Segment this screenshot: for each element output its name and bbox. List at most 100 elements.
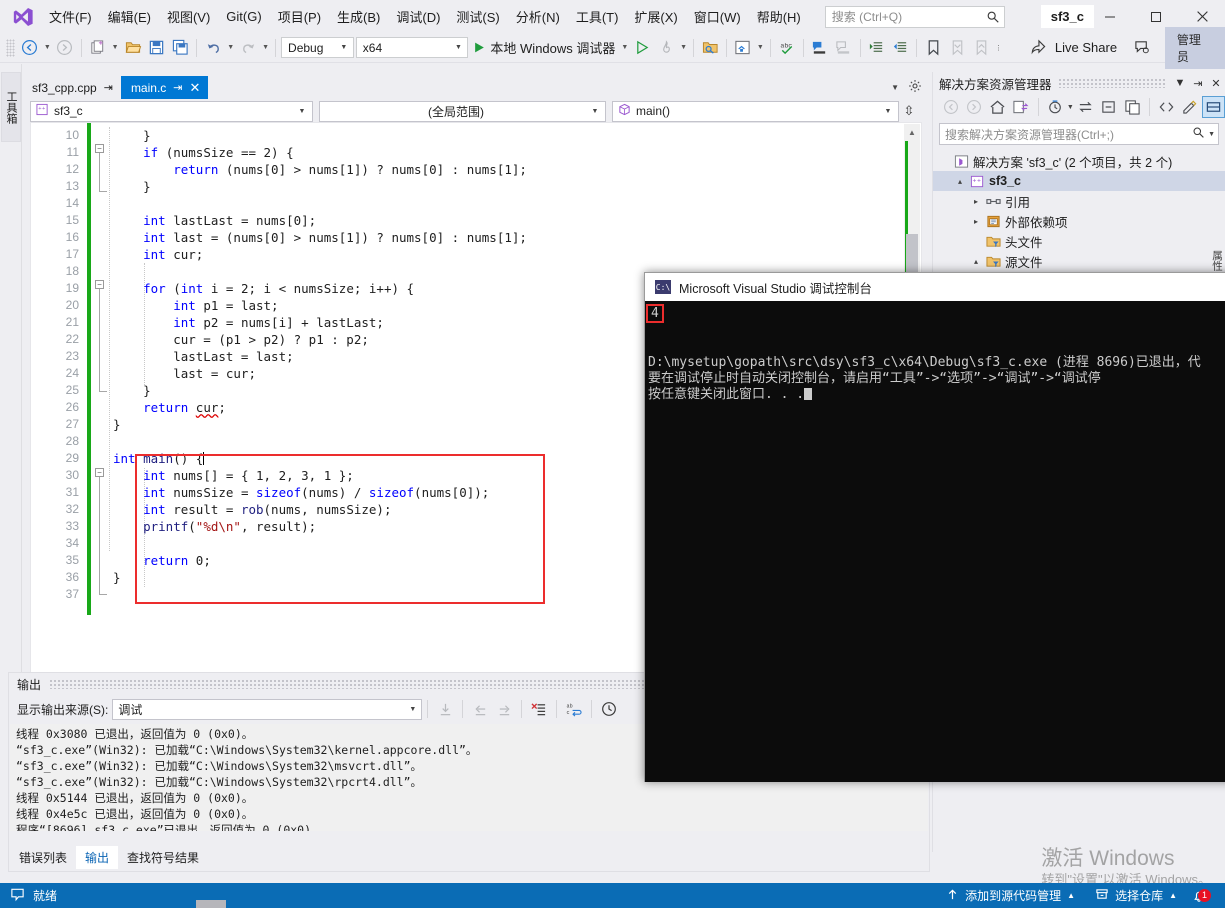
tab-output[interactable]: 输出: [76, 846, 119, 869]
code-line[interactable]: }: [113, 416, 121, 433]
menu-analyze[interactable]: 分析(N): [508, 3, 568, 30]
code-line[interactable]: }: [113, 178, 151, 195]
fold-toggle[interactable]: −: [95, 144, 104, 153]
next-message-icon[interactable]: [492, 698, 516, 720]
decrease-indent-icon[interactable]: [889, 36, 913, 60]
go-to-message-icon[interactable]: [433, 698, 457, 720]
toggle-word-wrap-icon[interactable]: ab c: [562, 698, 586, 720]
notifications-button[interactable]: 1: [1187, 883, 1219, 908]
live-share-label[interactable]: Live Share: [1055, 40, 1117, 55]
fold-toggle[interactable]: −: [95, 468, 104, 477]
menu-view[interactable]: 视图(V): [159, 3, 218, 30]
menu-debug[interactable]: 调试(D): [388, 3, 448, 30]
close-icon[interactable]: ✕: [190, 80, 201, 96]
menu-window[interactable]: 窗口(W): [686, 3, 749, 30]
undo-icon[interactable]: [201, 36, 225, 60]
code-line[interactable]: return cur;: [113, 399, 226, 416]
expander-icon[interactable]: ▸: [969, 217, 983, 226]
code-line[interactable]: int nums[] = { 1, 2, 3, 1 };: [113, 467, 354, 484]
show-timestamps-icon[interactable]: [597, 698, 621, 720]
code-line[interactable]: return 0;: [113, 552, 211, 569]
start-debug-button[interactable]: 本地 Windows 调试器: [469, 38, 619, 57]
console-output-area[interactable]: D:\mysetup\gopath\src\dsy\sf3_c\x64\Debu…: [645, 301, 1225, 782]
code-line[interactable]: for (int i = 2; i < numsSize; i++) {: [113, 280, 414, 297]
code-line[interactable]: }: [113, 569, 121, 586]
panel-drag-handle[interactable]: [1057, 78, 1165, 88]
undo-dropdown-icon[interactable]: ▼: [225, 36, 236, 60]
redo-icon[interactable]: [236, 36, 260, 60]
code-line[interactable]: printf("%d\n", result);: [113, 518, 316, 535]
solution-tree-item[interactable]: 解决方案 'sf3_c' (2 个项目，共 2 个): [933, 151, 1225, 171]
toolbar-grip[interactable]: [6, 38, 15, 57]
view-code-icon[interactable]: [1155, 96, 1178, 118]
nav-scope-combo[interactable]: (全局范围) ▼: [319, 100, 606, 122]
solution-tree-item[interactable]: 头文件: [933, 231, 1225, 251]
clear-all-icon[interactable]: [527, 698, 551, 720]
solution-explorer-icon[interactable]: [731, 36, 755, 60]
code-line[interactable]: int p1 = last;: [113, 297, 278, 314]
pending-changes-filter-icon[interactable]: [1043, 96, 1066, 118]
solution-tree-item[interactable]: ▴ + + sf3_c: [933, 171, 1225, 191]
solution-tree-item[interactable]: ▸ 引用: [933, 191, 1225, 211]
show-all-files-icon[interactable]: [1178, 96, 1201, 118]
tab-sf3-cpp[interactable]: sf3_cpp.cpp ⇥: [22, 76, 121, 99]
panel-menu-chevron-icon[interactable]: ▼: [1171, 77, 1189, 89]
navigate-back-icon[interactable]: [939, 96, 962, 118]
solution-tree[interactable]: 解决方案 'sf3_c' (2 个项目，共 2 个) ▴ + + sf3_c ▸ 引用 ▸ 外部…: [933, 151, 1225, 271]
filter-dropdown-icon[interactable]: ▼: [1067, 104, 1074, 111]
toolbox-tab[interactable]: 工具箱: [1, 72, 21, 142]
solution-tree-item[interactable]: ▸ 外部依赖项: [933, 211, 1225, 231]
horizontal-scroll-sliver[interactable]: [196, 900, 226, 908]
active-files-dropdown-icon[interactable]: ▼: [882, 83, 908, 92]
preview-selected-items-icon[interactable]: [1201, 96, 1225, 118]
minimize-button[interactable]: [1087, 0, 1133, 33]
code-line[interactable]: int p2 = nums[i] + lastLast;: [113, 314, 384, 331]
select-repository-button[interactable]: 选择仓库 ▲: [1085, 883, 1187, 908]
save-icon[interactable]: [145, 36, 169, 60]
spellcheck-icon[interactable]: abc: [775, 36, 799, 60]
tab-find-symbol-results[interactable]: 查找符号结果: [118, 846, 208, 869]
layout-dropdown-icon[interactable]: ▼: [755, 36, 766, 60]
pin-icon[interactable]: ⇥: [1189, 77, 1207, 90]
output-source-combo[interactable]: 调试 ▼: [112, 698, 423, 720]
menu-tools[interactable]: 工具(T): [568, 3, 627, 30]
back-dropdown-icon[interactable]: ▼: [42, 36, 53, 60]
collapse-all-icon[interactable]: [1097, 96, 1120, 118]
solution-explorer-search-input[interactable]: 搜索解决方案资源管理器(Ctrl+;) ▼: [939, 123, 1219, 145]
menu-build[interactable]: 生成(B): [329, 3, 388, 30]
home-icon[interactable]: [986, 96, 1009, 118]
navigate-forward-icon[interactable]: [53, 36, 77, 60]
code-line[interactable]: }: [113, 382, 151, 399]
code-line[interactable]: int lastLast = nums[0];: [113, 212, 316, 229]
hot-reload-icon[interactable]: [654, 36, 678, 60]
new-project-dropdown-icon[interactable]: ▼: [110, 36, 121, 60]
expander-icon[interactable]: ▸: [969, 197, 983, 206]
fold-toggle[interactable]: −: [95, 280, 104, 289]
code-line[interactable]: int main() {: [113, 450, 205, 467]
menu-test[interactable]: 测试(S): [448, 3, 507, 30]
open-file-icon[interactable]: [121, 36, 145, 60]
expander-icon[interactable]: ▴: [953, 177, 967, 186]
code-line[interactable]: if (numsSize == 2) {: [113, 144, 294, 161]
sync-with-active-document-icon[interactable]: [1009, 96, 1032, 118]
properties-window-icon[interactable]: [1121, 96, 1144, 118]
navigate-forward-icon[interactable]: [962, 96, 985, 118]
menu-git[interactable]: Git(G): [218, 5, 269, 28]
build-config-combo[interactable]: Debug ▼: [281, 37, 354, 58]
comment-selection-icon[interactable]: [808, 36, 832, 60]
split-view-icon[interactable]: ⇳: [899, 103, 919, 119]
bookmark-overflow-icon[interactable]: ⋮: [993, 36, 1004, 60]
hot-reload-dropdown-icon[interactable]: ▼: [678, 36, 689, 60]
editor-settings-gear-icon[interactable]: [908, 79, 928, 96]
code-line[interactable]: cur = (p1 > p2) ? p1 : p2;: [113, 331, 369, 348]
uncomment-selection-icon[interactable]: [832, 36, 856, 60]
solution-tree-item[interactable]: ▴ 源文件: [933, 251, 1225, 271]
scroll-up-icon[interactable]: ▲: [904, 124, 920, 140]
debug-target-dropdown-icon[interactable]: ▼: [619, 36, 630, 60]
previous-bookmark-icon[interactable]: [945, 36, 969, 60]
code-line[interactable]: int result = rob(nums, numsSize);: [113, 501, 391, 518]
close-icon[interactable]: ✕: [1207, 77, 1225, 90]
pin-icon[interactable]: ⇥: [173, 81, 182, 94]
menu-file[interactable]: 文件(F): [41, 3, 100, 30]
feedback-icon[interactable]: [1131, 36, 1155, 60]
